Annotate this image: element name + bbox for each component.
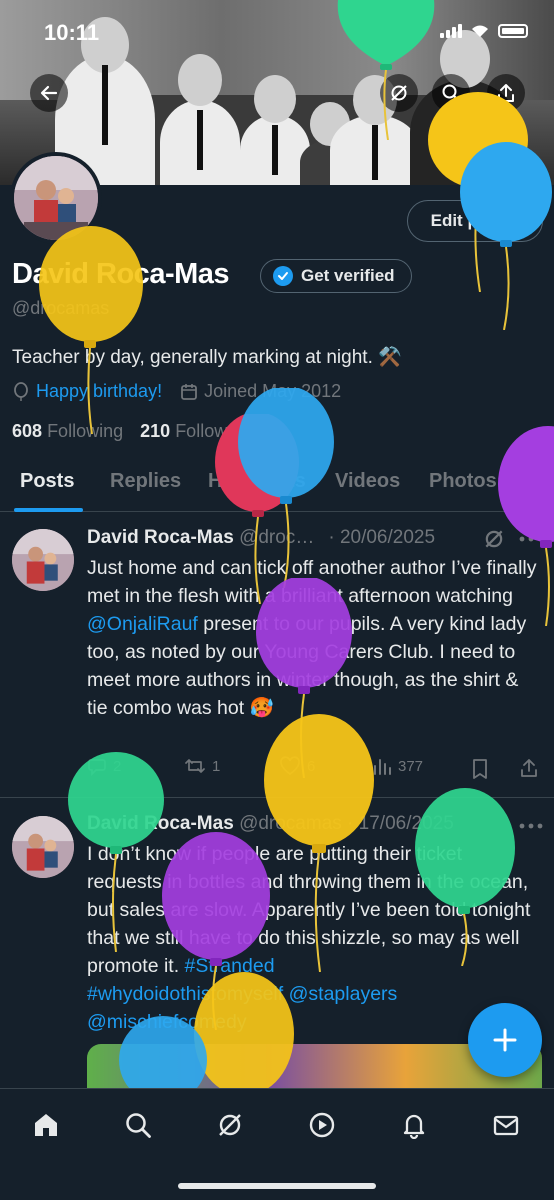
post-handle: @drocamas (239, 813, 342, 834)
grok-icon[interactable] (483, 528, 505, 550)
post-actions: 2 1 6 377 (87, 756, 542, 782)
post-hashtag[interactable]: #whydoidothistomyself (87, 983, 283, 1005)
following-count: 608 (12, 421, 43, 441)
following-link[interactable]: 608 Following (12, 421, 123, 441)
grok-icon (391, 85, 407, 101)
wifi-icon (472, 25, 488, 37)
profile-name: David Roca-Mas (12, 258, 230, 290)
calendar-icon (181, 383, 197, 400)
banner-person (160, 54, 240, 185)
balloon-icon (14, 381, 28, 401)
profile-meta: Happy birthday! Joined May 2012 (12, 381, 341, 402)
post-text: Just home and can tick off another autho… (87, 554, 539, 722)
like-count: 6 (307, 757, 316, 775)
profile-avatar[interactable] (10, 152, 102, 244)
battery-icon (498, 24, 528, 38)
post-handle: @drocamas (239, 527, 323, 548)
plus-icon (493, 1028, 517, 1052)
tab-highlights[interactable]: Highlights (208, 470, 306, 493)
compose-button[interactable] (468, 1003, 542, 1077)
grok-button[interactable] (380, 74, 418, 112)
profile-bio: Teacher by day, generally marking at nig… (12, 347, 402, 368)
nav-grok[interactable] (210, 1105, 250, 1145)
post-date: 17/06/2025 (358, 813, 454, 834)
status-bar: 10:11 (0, 0, 554, 60)
heart-icon (280, 756, 300, 776)
post-mention[interactable]: @mischiefcomedy (87, 1011, 247, 1033)
back-arrow-icon (40, 85, 58, 101)
followers-label: Followers (175, 421, 253, 441)
tab-active-indicator (14, 508, 83, 512)
reply-button[interactable]: 2 (87, 756, 121, 776)
post-mention[interactable]: @OnjaliRauf (87, 613, 198, 635)
search-icon (126, 1113, 151, 1138)
share-button[interactable] (487, 74, 525, 112)
balloon-icon (39, 226, 143, 434)
post-text: I don’t know if people are putting their… (87, 840, 539, 1036)
reply-icon (88, 759, 106, 776)
view-count: 377 (398, 757, 424, 775)
avatar-photo (14, 156, 98, 240)
more-icon[interactable] (518, 535, 544, 543)
profile-handle: @drocamas (12, 298, 110, 318)
mail-icon (493, 1115, 519, 1136)
post-avatar[interactable] (12, 816, 74, 878)
more-icon[interactable] (518, 822, 544, 830)
status-icons (440, 24, 528, 38)
tab-videos[interactable]: Videos (335, 470, 400, 493)
tab-articles[interactable]: Articles (524, 470, 554, 493)
video-icon (309, 1112, 335, 1138)
views-icon (374, 759, 391, 775)
post-text-part: Just home and can tick off another autho… (87, 557, 537, 607)
nav-video[interactable] (302, 1105, 342, 1145)
back-button[interactable] (30, 74, 68, 112)
nav-messages[interactable] (486, 1105, 526, 1145)
reply-count: 2 (113, 757, 122, 775)
birthday-link[interactable]: Happy birthday! (36, 381, 162, 402)
search-icon (442, 84, 461, 103)
like-button[interactable]: 6 (279, 756, 315, 776)
nav-notifications[interactable] (394, 1105, 434, 1145)
bell-icon (403, 1114, 425, 1139)
post-author[interactable]: David Roca-Mas (87, 527, 234, 548)
post-header: David Roca-Mas @drocamas · 20/06/2025 (87, 527, 436, 548)
nav-search[interactable] (118, 1105, 158, 1145)
followers-link[interactable]: 210 Followers (140, 421, 252, 441)
tab-replies[interactable]: Replies (110, 470, 181, 493)
post-header: David Roca-Mas @drocamas · 17/06/2025 (87, 813, 454, 834)
views-button[interactable]: 377 (372, 756, 423, 776)
search-button[interactable] (432, 74, 470, 112)
post-divider (0, 797, 554, 798)
repost-count: 1 (212, 757, 221, 775)
banner-person (330, 75, 420, 185)
post-mention[interactable]: @staplayers (289, 983, 398, 1005)
get-verified-button[interactable]: Get verified (260, 259, 412, 293)
repost-icon (185, 759, 205, 773)
post-text-part: I don’t know if people are putting their… (87, 843, 531, 977)
followers-count: 210 (140, 421, 171, 441)
bookmark-icon[interactable] (471, 758, 489, 780)
repost-button[interactable]: 1 (184, 756, 220, 776)
post-avatar[interactable] (12, 529, 74, 591)
edit-profile-button[interactable]: Edit profile (407, 200, 543, 242)
tab-photos[interactable]: Photos (429, 470, 497, 493)
status-time: 10:11 (44, 20, 100, 45)
home-icon (35, 1114, 57, 1136)
signal-icon (440, 24, 462, 38)
home-indicator (178, 1183, 376, 1189)
profile-tabs: Posts Replies Highlights Videos Photos A… (0, 458, 554, 512)
follow-stats: 608 Following 210 Followers (12, 421, 252, 442)
tab-posts[interactable]: Posts (20, 470, 74, 493)
post-hashtag[interactable]: #Stranded (185, 955, 275, 977)
post-author[interactable]: David Roca-Mas (87, 813, 234, 834)
nav-home[interactable] (26, 1105, 66, 1145)
grok-icon (219, 1114, 241, 1136)
following-label: Following (47, 421, 124, 441)
share-icon[interactable] (519, 758, 539, 778)
get-verified-label: Get verified (301, 266, 395, 285)
post-date: 20/06/2025 (339, 527, 436, 548)
joined-date: Joined May 2012 (204, 381, 342, 401)
verified-badge-icon (273, 266, 293, 286)
share-icon (498, 84, 514, 102)
